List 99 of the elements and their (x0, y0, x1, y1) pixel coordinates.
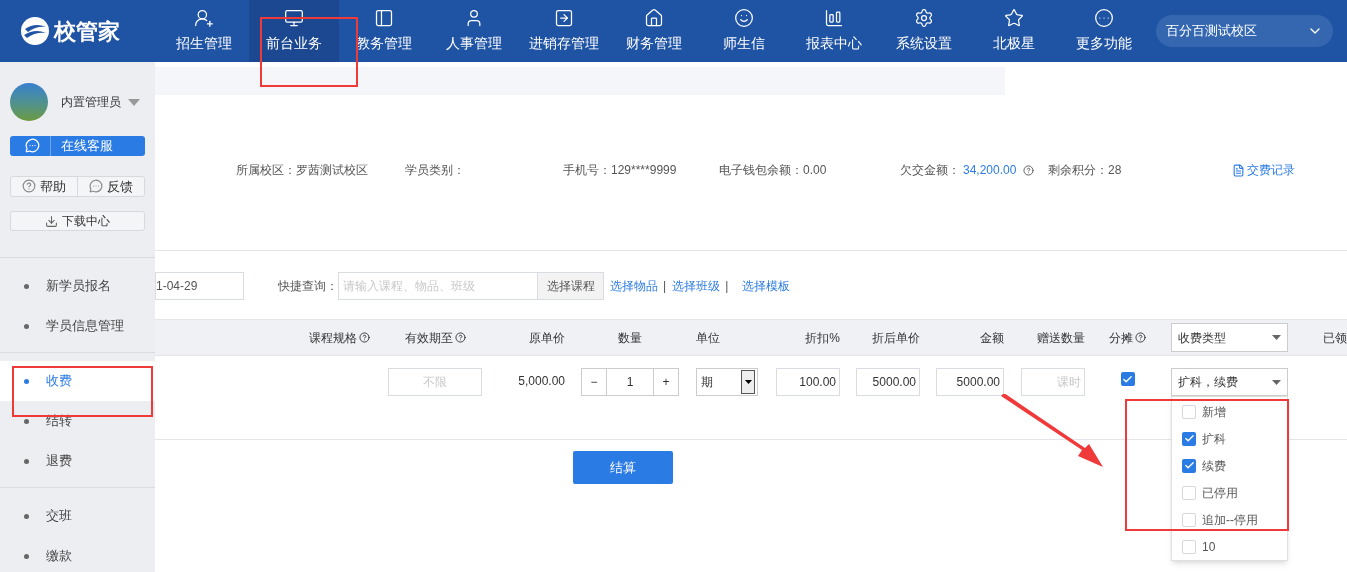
help-button[interactable]: 帮助 (11, 176, 78, 196)
column-header: 赠送数量 (1037, 329, 1085, 347)
caret-icon (1272, 379, 1281, 385)
dropdown-option[interactable]: 续费 (1172, 452, 1287, 479)
dropdown-option[interactable]: 已停用 (1172, 479, 1287, 506)
dropdown-option[interactable]: 新增 (1172, 398, 1287, 425)
sidebar-menu-item[interactable]: 新学员报名 (0, 266, 155, 306)
sidebar-menu-item[interactable]: 学员信息管理 (0, 306, 155, 346)
column-header: 单位 (696, 329, 720, 347)
select-course-button[interactable]: 选择课程 (538, 272, 604, 300)
help-icon (454, 332, 466, 343)
column-header: 已领 (1323, 329, 1347, 347)
download-icon (45, 214, 58, 228)
download-center-button[interactable]: 下载中心 (10, 211, 145, 231)
nav-tab[interactable]: 北极星 (969, 0, 1059, 62)
quick-search-label: 快捷查询： (278, 278, 338, 295)
feedback-button[interactable]: 反馈 (78, 176, 144, 196)
student-type-info: 学员类别： (405, 162, 466, 179)
document-icon (1232, 163, 1245, 177)
column-header: 折后单价 (872, 329, 920, 347)
nav-tab[interactable]: 人事管理 (429, 0, 519, 62)
help-icon (1023, 164, 1035, 176)
nav-tab[interactable]: 更多功能 (1059, 0, 1149, 62)
checkout-button[interactable]: 结算 (573, 451, 673, 484)
dropdown-option[interactable]: 10 (1172, 533, 1287, 560)
checkbox[interactable] (1182, 431, 1196, 446)
logo-icon (20, 16, 50, 46)
checkbox[interactable] (1182, 485, 1196, 500)
discount-field[interactable]: 100.00 (776, 368, 840, 396)
star-icon (1004, 8, 1024, 28)
payment-record-link[interactable]: 交费记录 (1232, 161, 1295, 179)
sidebar-menu-item[interactable]: 收费 (0, 361, 155, 401)
panel-icon (374, 8, 394, 28)
fee-type-header-select[interactable]: 收费类型 (1171, 323, 1288, 352)
monitor-icon (284, 8, 304, 28)
phone-info: 手机号：129****9999 (563, 162, 678, 179)
checkbox[interactable] (1182, 512, 1196, 527)
dropdown-option[interactable]: 追加--停用 (1172, 506, 1287, 533)
logo-text: 校管家 (54, 17, 120, 46)
nav-tab[interactable]: 系统设置 (879, 0, 969, 62)
arrow-box-icon (554, 8, 574, 28)
help-icon (22, 179, 36, 194)
checkbox[interactable] (1120, 372, 1135, 386)
column-header: 金额 (980, 329, 1004, 347)
arrears-amount: 34,200.00 (963, 162, 1017, 179)
nav-tab[interactable]: 师生信 (699, 0, 789, 62)
chat-icon (25, 138, 40, 154)
checkbox[interactable] (1182, 539, 1196, 554)
help-icon (1135, 332, 1146, 343)
unit-select[interactable]: 期 (696, 368, 758, 396)
chat-icon (89, 179, 103, 194)
column-header: 折扣% (805, 329, 840, 347)
column-header: 数量 (618, 329, 642, 347)
increment-button[interactable]: + (653, 369, 678, 395)
nav-tab[interactable]: 招生管理 (159, 0, 249, 62)
points-info: 剩余积分：28 (1048, 162, 1123, 179)
link-separator: | (663, 278, 667, 295)
column-header: 有效期至 (404, 328, 466, 347)
checkbox[interactable] (1182, 404, 1196, 419)
arrears-label: 欠交金额： (900, 162, 960, 179)
caret-icon (1272, 335, 1281, 340)
quantity-value: 1 (625, 374, 635, 391)
help-icon (359, 332, 370, 343)
sidebar-menu-item[interactable]: 交班 (0, 496, 155, 536)
net-price-field[interactable]: 5000.00 (856, 368, 920, 396)
select-link[interactable]: 选择物品 (610, 277, 658, 295)
chart-icon (824, 8, 844, 28)
date-field[interactable]: 1-04-29 (155, 272, 244, 300)
amount-field[interactable]: 5000.00 (936, 368, 1004, 396)
unit-price: 5,000.00 (518, 373, 565, 390)
nav-tab[interactable]: 财务管理 (609, 0, 699, 62)
sidebar-menu-item[interactable]: 退费 (0, 441, 155, 481)
select-link[interactable]: 选择班级 (672, 277, 721, 295)
campus-info: 所属校区：罗茜测试校区 (236, 162, 369, 179)
fee-type-select[interactable]: 扩科，续费 (1171, 368, 1288, 396)
more-icon (1094, 8, 1114, 28)
nav-tab[interactable]: 报表中心 (789, 0, 879, 62)
campus-select[interactable]: 百分百测试校区 (1156, 15, 1333, 47)
wallet-info: 电子钱包余额：0.00 (719, 162, 828, 179)
checkbox[interactable] (1182, 458, 1196, 473)
online-service-button[interactable]: 在线客服 (10, 136, 145, 156)
column-header: 原单价 (529, 329, 565, 347)
column-header: 分摊 (1109, 328, 1146, 347)
nav-tab[interactable]: 前台业务 (249, 0, 339, 62)
decrement-button[interactable]: − (582, 369, 607, 395)
caret-icon (128, 98, 140, 106)
face-icon (734, 8, 754, 28)
user-name[interactable]: 内置管理员 (61, 93, 121, 111)
person-plus-icon (194, 8, 214, 28)
select-link[interactable]: 选择模板 (742, 277, 791, 295)
sidebar-menu-item[interactable]: 缴款 (0, 536, 155, 572)
link-separator: | (725, 278, 729, 295)
dropdown-option[interactable]: 扩科 (1172, 425, 1287, 452)
settings-icon (914, 8, 934, 28)
avatar-photo (10, 83, 48, 121)
nav-tab[interactable]: 进销存管理 (519, 0, 609, 62)
quantity-stepper[interactable]: − 1 + (581, 368, 679, 396)
house-icon (644, 8, 664, 28)
column-header: 课程规格 (309, 328, 370, 347)
